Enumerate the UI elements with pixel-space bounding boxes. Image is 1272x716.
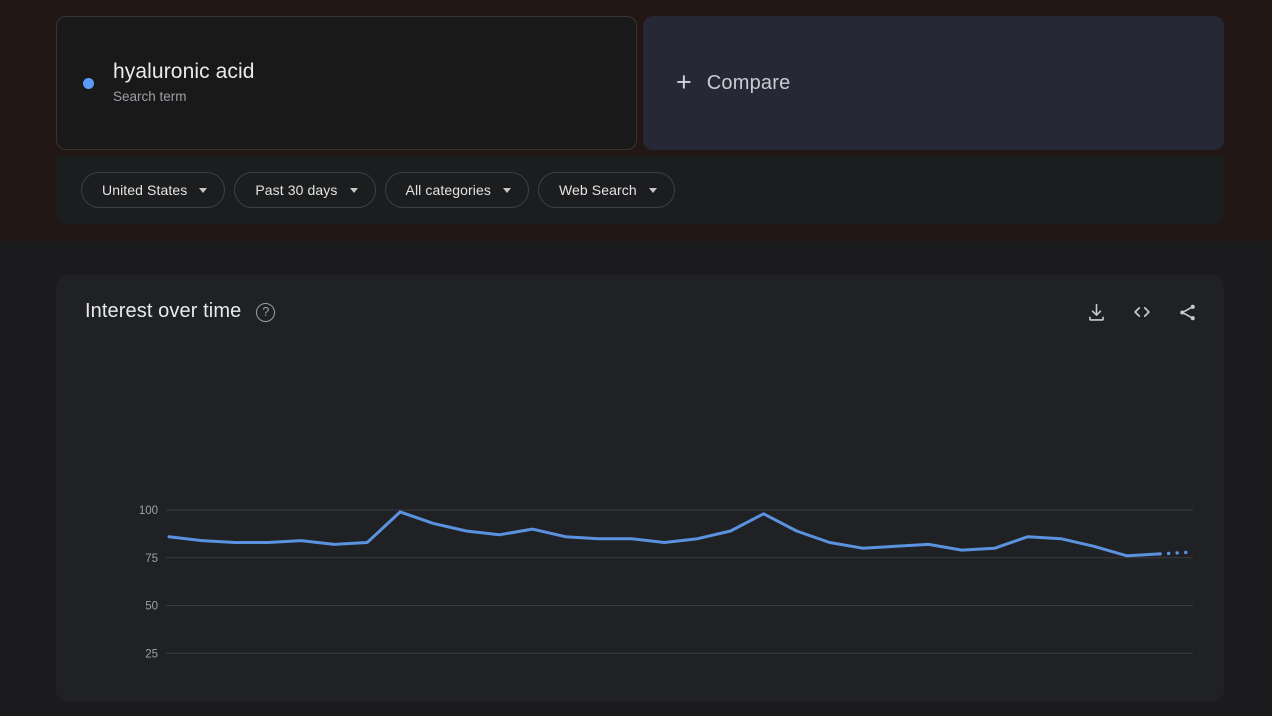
help-circle-icon[interactable]: ? [256,303,275,322]
category-filter-label: All categories [406,182,491,198]
google-trends-page: hyaluronic acid Search term + Compare Un… [0,0,1272,716]
series-line-partial [1160,552,1193,554]
interest-over-time-chart[interactable]: 100755025Apr 15Apr 24May 3May 12 [56,397,1224,687]
interest-over-time-header: Interest over time ? [85,299,1198,323]
y-axis-tick: 100 [139,505,158,517]
plus-icon: + [676,69,692,96]
chevron-down-icon [503,188,511,193]
location-filter[interactable]: United States [81,172,225,208]
series-line [169,512,1160,556]
interest-over-time-card: Interest over time ? [56,275,1224,702]
search-terms-row: hyaluronic acid Search term + Compare [56,16,1224,150]
search-term-card[interactable]: hyaluronic acid Search term [56,16,637,150]
location-filter-label: United States [102,182,187,198]
share-icon[interactable] [1177,302,1198,323]
time-range-filter-label: Past 30 days [255,182,337,198]
time-range-filter[interactable]: Past 30 days [234,172,375,208]
compare-panel[interactable]: + Compare [643,16,1224,150]
search-term-name: hyaluronic acid [113,59,255,85]
page-title: Interest over time [85,300,241,323]
chevron-down-icon [649,188,657,193]
chart-svg: 100755025Apr 15Apr 24May 3May 12 [56,397,1224,687]
series-color-dot [83,78,94,89]
chart-actions [1086,301,1198,323]
y-axis-tick: 75 [145,553,158,565]
title-group: Interest over time ? [85,300,275,323]
compare-label: Compare [707,72,791,95]
y-axis-tick: 25 [145,648,158,660]
filter-bar: United States Past 30 days All categorie… [56,156,1224,224]
download-icon[interactable] [1086,302,1107,323]
category-filter[interactable]: All categories [385,172,529,208]
chevron-down-icon [199,188,207,193]
search-term-type-label: Search term [113,87,255,107]
chevron-down-icon [350,188,358,193]
search-type-filter[interactable]: Web Search [538,172,675,208]
code-brackets-icon[interactable] [1131,301,1153,323]
search-type-filter-label: Web Search [559,182,637,198]
y-axis-tick: 50 [145,601,158,613]
search-term-texts: hyaluronic acid Search term [113,59,255,107]
